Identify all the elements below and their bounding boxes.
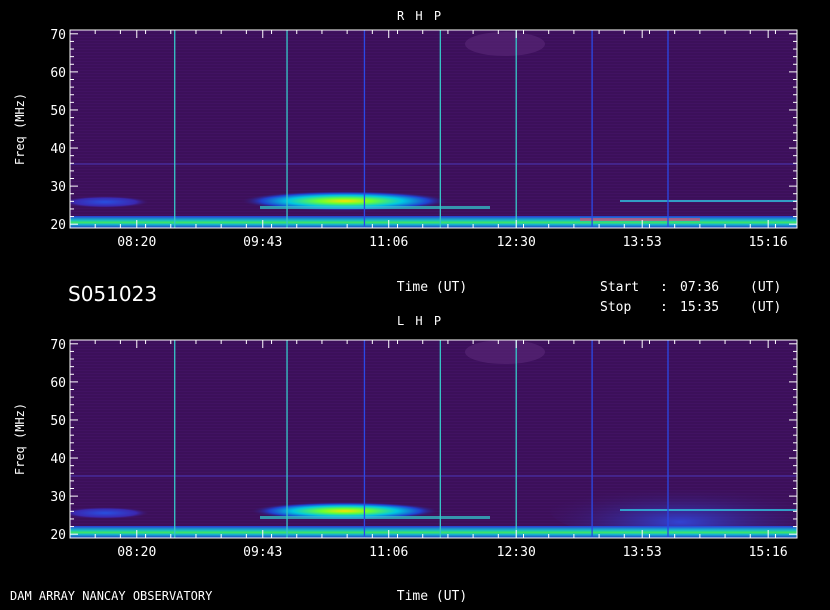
panel-rhp: R H P 20 30 40 50 60 70 08:20 09:43 11:06 12:30 1… bbox=[13, 9, 798, 295]
y-tick-label: 50 bbox=[50, 414, 66, 429]
x-tick-label: 09:43 bbox=[243, 235, 282, 250]
y-tick-label: 30 bbox=[50, 180, 66, 195]
start-unit: (UT) bbox=[750, 280, 781, 295]
emission-baseband bbox=[70, 216, 797, 228]
x-tick-label: 13:53 bbox=[623, 545, 662, 560]
y-tick-label: 50 bbox=[50, 104, 66, 119]
stop-unit: (UT) bbox=[750, 300, 781, 315]
y-tick-label: 20 bbox=[50, 218, 66, 233]
start-value: 07:36 bbox=[680, 280, 719, 295]
start-label: Start bbox=[600, 280, 639, 295]
observation-code: S051023 bbox=[68, 282, 157, 306]
x-axis-label: Time (UT) bbox=[397, 280, 467, 295]
x-tick-label: 15:16 bbox=[749, 235, 788, 250]
x-tick-label: 08:20 bbox=[117, 545, 156, 560]
panel-lhp: L H P 20 30 40 50 60 70 08:20 09:43 11:06 12:30 1… bbox=[13, 314, 798, 604]
x-tick-label: 12:30 bbox=[497, 545, 536, 560]
x-tick-label: 11:06 bbox=[369, 235, 408, 250]
x-tick-label: 09:43 bbox=[243, 545, 282, 560]
x-tick-label: 11:06 bbox=[369, 545, 408, 560]
footer-credit: DAM ARRAY NANCAY OBSERVATORY bbox=[10, 589, 213, 603]
y-axis-label: Freq (MHz) bbox=[13, 403, 27, 475]
spectrogram-image bbox=[70, 30, 797, 228]
emission-baseband bbox=[70, 526, 797, 538]
stop-label: Stop bbox=[600, 300, 631, 315]
x-tick-label: 13:53 bbox=[623, 235, 662, 250]
stop-time-row: Stop : 15:35 (UT) bbox=[600, 300, 781, 315]
spectrogram-figure: R H P 20 30 40 50 60 70 08:20 09:43 11:06 12:30 1… bbox=[10, 9, 798, 604]
x-tick-label: 15:16 bbox=[749, 545, 788, 560]
panel-title: R H P bbox=[397, 9, 443, 23]
y-tick-label: 20 bbox=[50, 528, 66, 543]
spectrogram-image bbox=[70, 340, 797, 538]
y-axis-label: Freq (MHz) bbox=[13, 93, 27, 165]
y-tick-label: 60 bbox=[50, 66, 66, 81]
y-tick-label: 40 bbox=[50, 142, 66, 157]
y-tick-label: 30 bbox=[50, 490, 66, 505]
panel-title: L H P bbox=[397, 314, 443, 328]
stop-value: 15:35 bbox=[680, 300, 719, 315]
start-sep: : bbox=[660, 280, 668, 295]
stop-sep: : bbox=[660, 300, 668, 315]
y-tick-label: 60 bbox=[50, 376, 66, 391]
y-tick-label: 70 bbox=[50, 338, 66, 353]
y-tick-label: 40 bbox=[50, 452, 66, 467]
x-tick-label: 12:30 bbox=[497, 235, 536, 250]
start-time-row: Start : 07:36 (UT) bbox=[600, 280, 781, 295]
x-axis-label: Time (UT) bbox=[397, 589, 467, 604]
y-tick-label: 70 bbox=[50, 28, 66, 43]
x-tick-label: 08:20 bbox=[117, 235, 156, 250]
